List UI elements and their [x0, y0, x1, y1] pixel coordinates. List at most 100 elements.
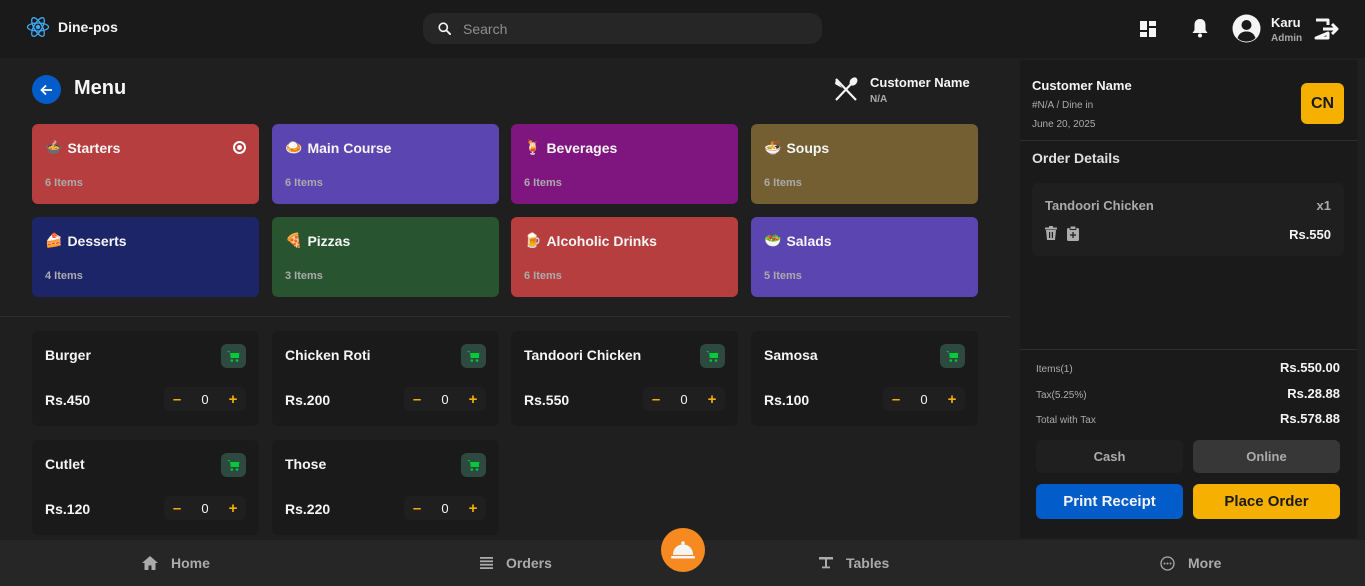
increment-button[interactable]: + [705, 391, 719, 408]
category-name: Pizzas [307, 233, 351, 249]
summary-label: Total with Tax [1036, 415, 1096, 426]
search-icon [438, 22, 451, 35]
cash-button[interactable]: Cash [1036, 440, 1183, 473]
item-price: Rs.200 [285, 392, 331, 408]
quantity-value: 0 [680, 391, 688, 407]
back-button[interactable] [32, 75, 61, 104]
category-tile[interactable]: 🍺 Alcoholic Drinks 6 Items [511, 217, 738, 297]
summary-value: Rs.550.00 [1280, 360, 1340, 375]
home-icon [142, 556, 158, 570]
place-order-button[interactable]: Place Order [1193, 484, 1340, 519]
top-bar: Dine-pos Karu Admin [0, 0, 1365, 58]
decrement-button[interactable]: – [410, 391, 424, 408]
nav-home[interactable]: Home [142, 540, 210, 586]
add-to-cart-button[interactable] [221, 344, 246, 368]
order-customer-name: Customer Name [1032, 78, 1132, 93]
increment-button[interactable]: + [466, 500, 480, 517]
cutlery-icon [833, 76, 859, 107]
summary-label: Items(1) [1036, 364, 1073, 375]
quantity-value: 0 [201, 500, 209, 516]
menu-item-card: Cutlet Rs.120 – 0 + [32, 440, 259, 535]
order-item-name: Tandoori Chicken [1045, 198, 1154, 213]
decrement-button[interactable]: – [649, 391, 663, 408]
increment-button[interactable]: + [226, 500, 240, 517]
category-name: Main Course [307, 140, 392, 156]
panel-divider [1020, 349, 1357, 350]
new-order-button[interactable] [661, 528, 705, 572]
decrement-button[interactable]: – [170, 500, 184, 517]
add-to-cart-button[interactable] [221, 453, 246, 477]
category-emoji-icon: 🍲 [45, 140, 63, 156]
order-item: Tandoori Chicken x1 Rs.550 [1032, 183, 1344, 256]
category-count: 5 Items [764, 270, 802, 282]
cart-icon [227, 351, 240, 362]
category-tile[interactable]: 🍲 Starters 6 Items [32, 124, 259, 204]
decrement-button[interactable]: – [889, 391, 903, 408]
category-count: 4 Items [45, 270, 83, 282]
nav-orders[interactable]: Orders [480, 540, 552, 586]
order-date: June 20, 2025 [1032, 119, 1096, 130]
quantity-stepper: – 0 + [164, 496, 246, 520]
react-logo-icon [26, 17, 50, 37]
quantity-stepper: – 0 + [883, 387, 965, 411]
add-to-cart-button[interactable] [461, 453, 486, 477]
category-emoji-icon: 🍹 [524, 140, 542, 156]
table-icon [819, 557, 833, 569]
category-tile[interactable]: 🍜 Soups 6 Items [751, 124, 978, 204]
nav-more[interactable]: More [1160, 540, 1221, 586]
cart-icon [227, 460, 240, 471]
item-price: Rs.100 [764, 392, 810, 408]
brand[interactable]: Dine-pos [26, 15, 118, 39]
category-emoji-icon: 🍰 [45, 233, 63, 249]
summary-label: Tax(5.25%) [1036, 390, 1087, 401]
category-emoji-icon: 🍕 [285, 233, 303, 249]
add-to-cart-button[interactable] [700, 344, 725, 368]
more-icon [1160, 555, 1175, 571]
increment-button[interactable]: + [226, 391, 240, 408]
category-emoji-icon: 🍺 [524, 233, 542, 249]
clipboard-icon[interactable] [1067, 226, 1079, 241]
quantity-value: 0 [441, 391, 449, 407]
menu-item-card: Chicken Roti Rs.200 – 0 + [272, 331, 499, 426]
dashboard-button[interactable] [1136, 17, 1160, 41]
category-tile[interactable]: 🍛 Main Course 6 Items [272, 124, 499, 204]
arrow-left-icon [40, 84, 52, 95]
category-name: Beverages [546, 140, 618, 156]
nav-tables[interactable]: Tables [819, 540, 889, 586]
decrement-button[interactable]: – [170, 391, 184, 408]
item-name: Samosa [764, 347, 818, 363]
user-avatar[interactable] [1232, 14, 1261, 43]
category-name: Soups [786, 140, 830, 156]
item-name: Tandoori Chicken [524, 347, 642, 363]
nav-label: Orders [506, 555, 552, 571]
add-to-cart-button[interactable] [940, 344, 965, 368]
bell-icon [1192, 19, 1208, 38]
quantity-stepper: – 0 + [643, 387, 725, 411]
category-count: 6 Items [764, 177, 802, 189]
delete-icon[interactable] [1045, 226, 1057, 240]
order-details-title: Order Details [1032, 150, 1120, 166]
decrement-button[interactable]: – [410, 500, 424, 517]
cart-icon [467, 351, 480, 362]
item-name: Cutlet [45, 456, 85, 472]
search-input[interactable] [463, 20, 783, 37]
increment-button[interactable]: + [945, 391, 959, 408]
category-tile[interactable]: 🍰 Desserts 4 Items [32, 217, 259, 297]
category-name: Alcoholic Drinks [546, 233, 657, 249]
category-tile[interactable]: 🍕 Pizzas 3 Items [272, 217, 499, 297]
category-tile[interactable]: 🥗 Salads 5 Items [751, 217, 978, 297]
order-info: #N/A / Dine in [1032, 100, 1094, 111]
online-button[interactable]: Online [1193, 440, 1340, 473]
menu-item-card: Samosa Rs.100 – 0 + [751, 331, 978, 426]
add-to-cart-button[interactable] [461, 344, 486, 368]
order-item-qty: x1 [1316, 198, 1331, 213]
increment-button[interactable]: + [466, 391, 480, 408]
print-receipt-button[interactable]: Print Receipt [1036, 484, 1183, 519]
category-tile[interactable]: 🍹 Beverages 6 Items [511, 124, 738, 204]
logout-button[interactable] [1313, 16, 1340, 41]
nav-label: More [1188, 555, 1222, 571]
category-emoji-icon: 🍛 [285, 140, 303, 156]
order-panel: Customer Name #N/A / Dine in June 20, 20… [1020, 60, 1357, 538]
search-bar[interactable] [423, 13, 822, 44]
notifications-button[interactable] [1188, 16, 1212, 40]
